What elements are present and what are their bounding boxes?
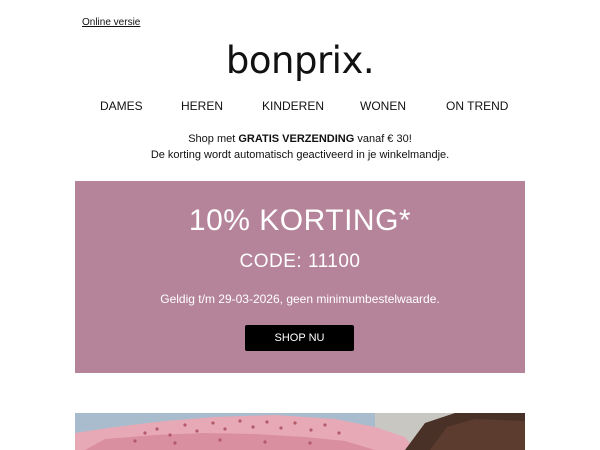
hero-image[interactable]	[75, 413, 525, 450]
shipping-prefix: Shop met	[188, 133, 239, 145]
shipping-notice: Shop met GRATIS VERZENDING vanaf € 30! D…	[0, 131, 600, 163]
main-nav: DAMES HEREN KINDEREN WONEN ON TREND	[0, 99, 600, 115]
shop-now-button[interactable]: SHOP NU	[245, 325, 354, 351]
promo-validity: Geldig t/m 29-03-2026, geen minimumbeste…	[160, 292, 440, 306]
shipping-line-1: Shop met GRATIS VERZENDING vanaf € 30!	[0, 131, 600, 147]
hero-photo	[75, 413, 525, 450]
nav-item-kinderen[interactable]: KINDEREN	[262, 99, 324, 113]
nav-item-dames[interactable]: DAMES	[100, 99, 143, 113]
promo-title: 10% KORTING*	[188, 204, 412, 237]
promo-code: CODE: 11100	[239, 251, 361, 272]
free-shipping-text: GRATIS VERZENDING	[238, 133, 355, 145]
email-page: Online versie bonprix. DAMES HEREN KINDE…	[0, 0, 600, 450]
nav-item-heren[interactable]: HEREN	[181, 99, 223, 113]
shipping-suffix: vanaf € 30!	[354, 133, 412, 145]
nav-item-on-trend[interactable]: ON TREND	[446, 99, 508, 113]
shipping-line-2: De korting wordt automatisch geactiveerd…	[150, 149, 450, 161]
logo-text: bonprix.	[225, 39, 375, 82]
online-version-link[interactable]: Online versie	[82, 17, 140, 28]
nav-item-wonen[interactable]: WONEN	[360, 99, 406, 113]
brand-logo[interactable]: bonprix.	[0, 38, 600, 84]
promo-banner: 10% KORTING* CODE: 11100 Geldig t/m 29-0…	[75, 181, 525, 373]
